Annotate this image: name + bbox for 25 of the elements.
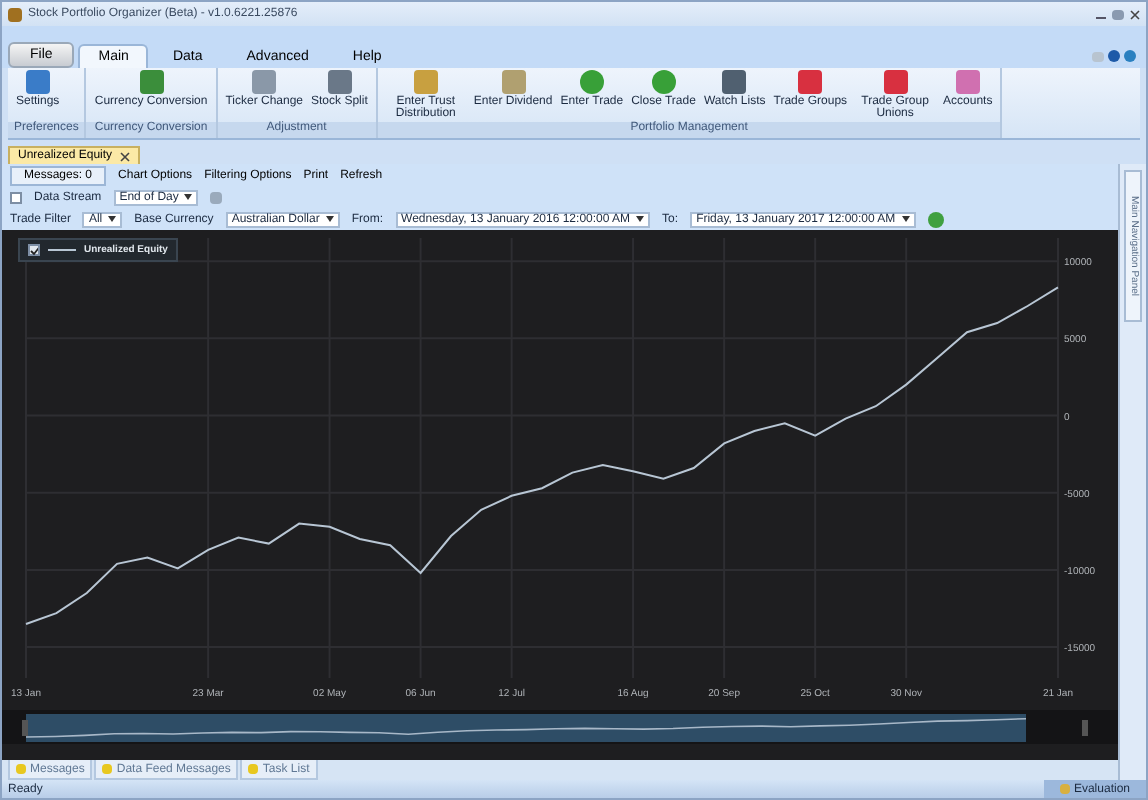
ribbon-icon — [798, 70, 823, 94]
ribbon-icon — [955, 70, 980, 94]
close-button[interactable] — [1130, 9, 1140, 19]
check-icon — [30, 245, 38, 255]
caret-icon — [901, 216, 910, 222]
ribbon-icon — [579, 70, 604, 94]
ribbon-icon — [501, 70, 526, 94]
app-icon — [8, 7, 22, 21]
legend-line-icon — [48, 248, 76, 252]
caret-icon — [184, 194, 193, 200]
ribbon-icon — [25, 70, 50, 94]
ribbon-icon — [327, 70, 352, 94]
ribbon-icon — [883, 70, 908, 94]
caret-icon — [108, 216, 117, 222]
ribbon-icon — [722, 70, 747, 94]
ribbon-icon — [413, 70, 438, 94]
close-icon[interactable] — [120, 151, 131, 161]
navigator-drawing[interactable] — [22, 714, 1088, 742]
ribbon-icon — [139, 70, 164, 94]
caret-icon — [325, 216, 334, 222]
caret-icon — [636, 216, 645, 222]
ribbon-icon — [651, 70, 676, 94]
ribbon-icon — [252, 70, 277, 94]
legend-checkbox[interactable] — [28, 244, 40, 256]
data-stream-checkbox[interactable] — [10, 191, 22, 203]
